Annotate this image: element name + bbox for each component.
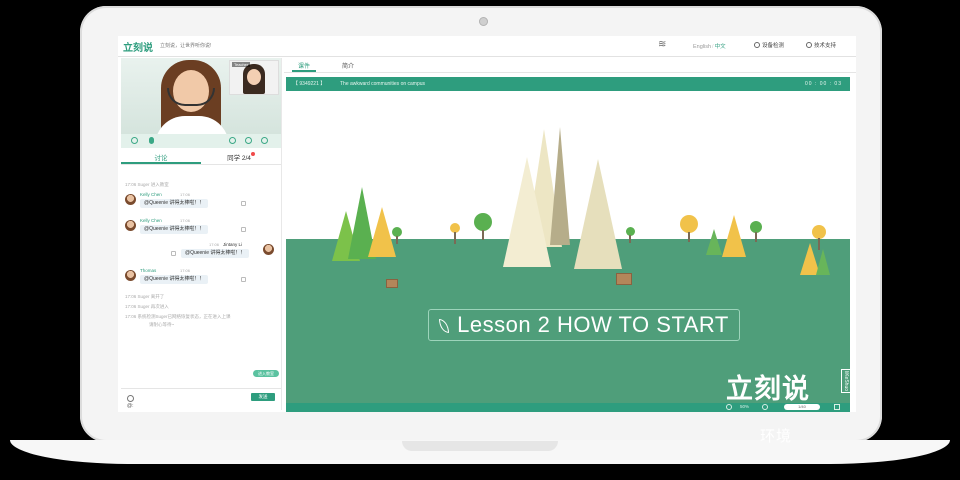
zoom-out-icon[interactable] <box>726 404 732 410</box>
course-code: 【 9349221 】 <box>293 81 326 87</box>
settings-icon[interactable] <box>261 137 268 144</box>
box-shape <box>386 279 398 288</box>
message-time: 17:06 <box>180 218 191 223</box>
system-message: 17:06 Suger 离开了 <box>125 294 165 299</box>
tab-classmates[interactable]: 同学 2/4 <box>201 152 281 162</box>
lang-english[interactable]: English <box>693 44 711 50</box>
chat-message: Jintany Li 17:06 @Queenie 讲得太棒啦！！ <box>125 242 275 262</box>
course-tabs: 课件 简介 <box>284 58 856 73</box>
class-timer: 00 : 00 : 03 <box>804 81 842 87</box>
sender-name: Jintany Li <box>223 242 243 247</box>
pip-name: Teacher <box>232 62 251 67</box>
tab-discussion[interactable]: 讨论 <box>121 152 201 162</box>
message-time: 17:06 <box>180 192 191 197</box>
leaf-icon <box>439 319 450 333</box>
message-bubble: @Queenie 讲得太棒啦！！ <box>140 225 209 234</box>
avatar <box>125 194 136 205</box>
copy-icon[interactable] <box>241 227 246 232</box>
message-bubble: @Queenie 讲得太棒啦！！ <box>140 199 209 208</box>
course-title: The awkward communities on campus <box>340 81 426 87</box>
chat-message: Kelly Chen 17:06 @Queenie 讲得太棒啦！！ <box>125 192 275 212</box>
send-button[interactable]: 发送 <box>251 393 275 401</box>
lesson-title-banner: Lesson 2 HOW TO START <box>428 309 740 341</box>
sender-name: Thomas <box>140 268 157 273</box>
app-screen: 立刻说 立刻说，让世界听你说! ≋ English/中文 设备检测 技术支持 T… <box>118 36 856 412</box>
student-video-pip[interactable]: Teacher <box>229 60 279 95</box>
slide-brand-logo: 立刻说 <box>726 374 810 403</box>
mountain-shape <box>574 159 622 269</box>
device-check-button[interactable]: 设备检测 <box>754 41 784 49</box>
system-message: 17:06 Suger 进入教室 <box>125 182 169 187</box>
copy-icon[interactable] <box>241 277 246 282</box>
tree-shape <box>722 215 746 257</box>
top-bar: 立刻说 立刻说，让世界听你说! ≋ English/中文 设备检测 技术支持 <box>118 36 856 57</box>
mountain-shape <box>503 157 551 267</box>
video-controls <box>121 134 281 148</box>
support-icon <box>806 42 812 48</box>
message-bubble: @Queenie 讲得太棒啦！！ <box>181 249 250 258</box>
app-slogan: 立刻说，让世界听你说! <box>160 43 212 49</box>
courseware-panel: 课件 简介 【 9349221 】 The awkward communitie… <box>284 58 856 412</box>
left-tabs: 讨论 同学 2/4 <box>121 150 281 165</box>
chat-input-area[interactable]: @: 发送 <box>121 388 281 411</box>
page-indicator[interactable]: 1/40 <box>784 404 820 410</box>
fullscreen-icon[interactable] <box>834 404 840 410</box>
mountain-shape <box>550 127 570 245</box>
lang-chinese[interactable]: 中文 <box>715 44 726 50</box>
avatar <box>263 244 274 255</box>
volume-icon[interactable] <box>229 137 236 144</box>
webcam <box>479 17 488 26</box>
chat-message: Thomas 17:06 @Queenie 讲得太棒啦！！ <box>125 268 275 288</box>
chat-input[interactable]: @: <box>127 403 133 409</box>
tab-courseware[interactable]: 课件 <box>298 61 310 70</box>
sender-name: Kelly Chen <box>140 192 162 197</box>
message-bubble: @Queenie 讲得太棒啦！！ <box>140 275 209 284</box>
wifi-icon: ≋ <box>658 39 667 50</box>
course-header: 【 9349221 】 The awkward communities on c… <box>286 77 850 91</box>
teacher-video: Teacher <box>121 58 281 134</box>
lesson-title: Lesson 2 HOW TO START <box>457 312 729 337</box>
slide-toolbar: 50% 1/40 <box>286 403 850 412</box>
tab-underline <box>121 162 201 164</box>
laptop-notch <box>402 441 558 451</box>
message-time: 17:06 <box>180 268 191 273</box>
system-message: 17:06 系统检测Suger已网络恢复状态，正在进入上课 <box>125 314 231 319</box>
system-message: 17:06 Suger 再次进入 <box>125 304 169 309</box>
avatar <box>125 220 136 231</box>
tree-shape <box>816 249 830 275</box>
avatar <box>125 270 136 281</box>
mic-icon[interactable] <box>149 137 154 144</box>
system-message: 请耐心等待~ <box>149 322 175 327</box>
language-switcher[interactable]: English/中文 <box>693 42 726 50</box>
chat-message: Kelly Chen 17:06 @Queenie 讲得太棒啦！！ <box>125 218 275 238</box>
tree-shape <box>706 229 722 255</box>
left-panel: Teacher 讨论 同学 2/4 17:06 Suger 进入教室 Kelly… <box>121 58 282 410</box>
copy-icon[interactable] <box>241 201 246 206</box>
slide-brand-tag: liKeShuo <box>841 369 850 394</box>
device-check-icon <box>754 42 760 48</box>
enter-classroom-button[interactable]: 进入教室 <box>253 370 279 377</box>
tab-intro[interactable]: 简介 <box>342 61 354 70</box>
copy-icon[interactable] <box>171 251 176 256</box>
box-shape <box>616 273 632 285</box>
app-logo: 立刻说 <box>123 43 153 54</box>
chat-list: 17:06 Suger 进入教室 Kelly Chen 17:06 @Queen… <box>121 168 281 378</box>
watermark: 环境 <box>760 428 793 445</box>
tech-support-button[interactable]: 技术支持 <box>806 41 836 49</box>
sender-name: Kelly Chen <box>140 218 162 223</box>
camera-icon[interactable] <box>131 137 138 144</box>
emoji-icon[interactable] <box>127 395 134 402</box>
zoom-level: 50% <box>740 404 750 409</box>
tab-underline <box>292 70 316 72</box>
zoom-in-icon[interactable] <box>762 404 768 410</box>
unread-badge <box>250 152 255 156</box>
slide-canvas: Lesson 2 HOW TO START 立刻说 liKeShuo <box>286 91 850 403</box>
screen-icon[interactable] <box>245 137 252 144</box>
message-time: 17:06 <box>209 242 220 247</box>
